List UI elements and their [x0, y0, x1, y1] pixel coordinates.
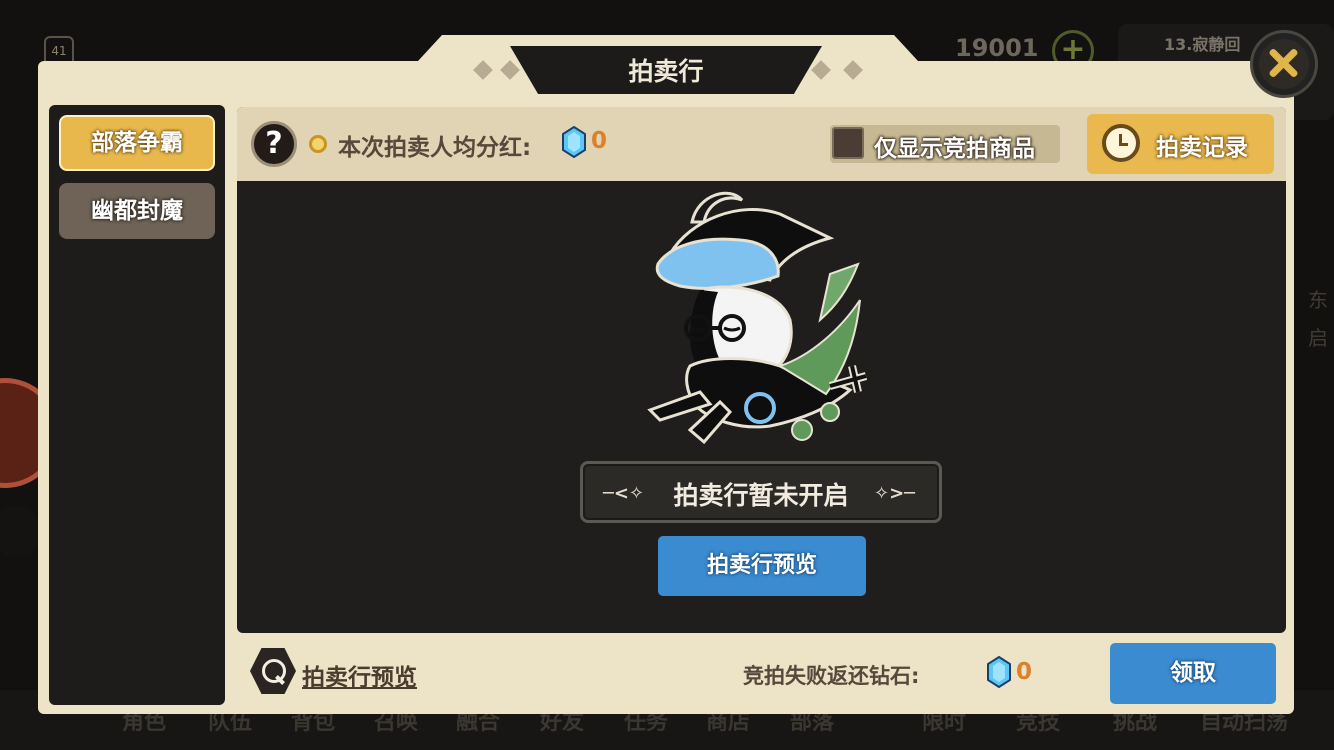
- auction-record-label: 拍卖记录: [1156, 135, 1248, 161]
- auction-preview-button[interactable]: 拍卖行预览: [658, 536, 866, 596]
- tab-tribe-battle[interactable]: 部落争霸: [59, 115, 215, 171]
- tab-underworld-seal[interactable]: 幽都封魔: [59, 183, 215, 239]
- filter-checkbox[interactable]: [832, 127, 864, 159]
- sleeping-witch-mascot: [647, 191, 868, 445]
- clock-icon: [1102, 124, 1140, 162]
- help-icon[interactable]: ?: [251, 121, 297, 167]
- gold-amount: 19001: [955, 34, 1039, 62]
- dialog-title: 拍卖行: [628, 57, 704, 86]
- quest-title: 13.寂静回: [1164, 35, 1241, 54]
- claim-button[interactable]: 领取: [1110, 643, 1276, 704]
- diamond-icon: [987, 656, 1011, 688]
- bonus-value: 0: [591, 128, 608, 154]
- auction-preview-link[interactable]: 拍卖行预览: [302, 658, 417, 692]
- bonus-label: 本次拍卖人均分红:: [338, 135, 532, 161]
- side-label-2: 启: [1308, 326, 1328, 350]
- diamond-icon: [562, 126, 586, 158]
- refund-label: 竞拍失败返还钻石:: [743, 664, 920, 688]
- auction-closed-text: 拍卖行暂未开启: [673, 481, 849, 510]
- close-button[interactable]: [1250, 30, 1318, 98]
- coin-bullet-icon: [309, 135, 327, 153]
- side-label-1: 东: [1308, 288, 1328, 312]
- refund-value: 0: [1016, 659, 1033, 685]
- filter-label: 仅显示竞拍商品: [874, 136, 1035, 162]
